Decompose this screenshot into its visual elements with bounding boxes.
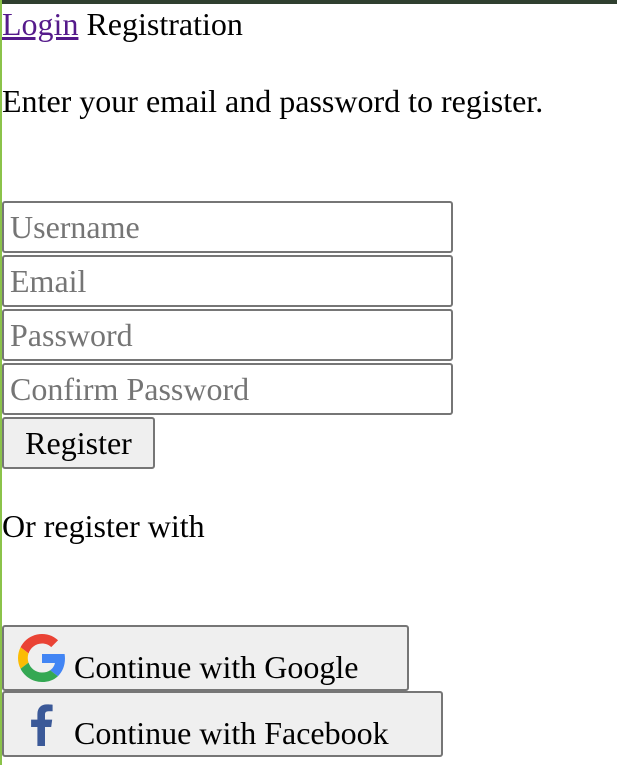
email-input[interactable] bbox=[2, 255, 453, 307]
intro-text: Enter your email and password to registe… bbox=[2, 83, 544, 119]
login-link[interactable]: Login bbox=[2, 6, 78, 42]
username-input[interactable] bbox=[2, 201, 453, 253]
google-icon bbox=[18, 634, 66, 682]
facebook-signin-button[interactable]: Continue with Facebook bbox=[2, 691, 443, 757]
or-register-with-text: Or register with bbox=[2, 508, 205, 544]
facebook-button-label: Continue with Facebook bbox=[74, 715, 389, 751]
confirm-password-input[interactable] bbox=[2, 363, 453, 415]
facebook-icon bbox=[18, 700, 66, 748]
top-border bbox=[0, 0, 617, 4]
page-title: Registration bbox=[86, 6, 243, 42]
header: Login Registration bbox=[2, 5, 243, 43]
google-signin-button[interactable]: Continue with Google bbox=[2, 625, 409, 691]
password-input[interactable] bbox=[2, 309, 453, 361]
register-button[interactable]: Register bbox=[2, 417, 155, 469]
google-button-label: Continue with Google bbox=[74, 649, 359, 685]
